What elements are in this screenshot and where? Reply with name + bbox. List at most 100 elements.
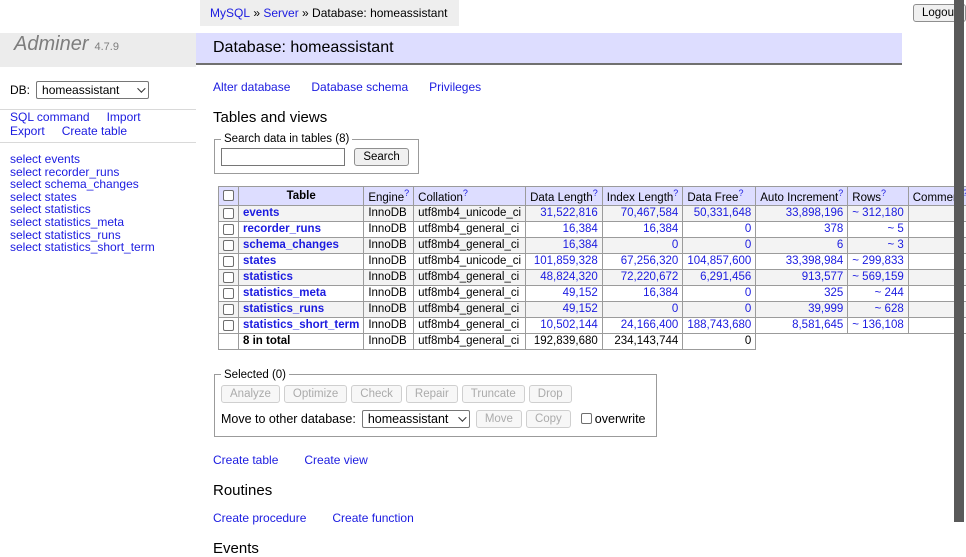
index-length-link[interactable]: 70,467,584 bbox=[621, 207, 679, 219]
link-create-table[interactable]: Create table bbox=[213, 453, 278, 467]
table-link-events[interactable]: events bbox=[243, 207, 279, 219]
optimize-button[interactable]: Optimize bbox=[284, 385, 347, 403]
sidebar-action-import[interactable]: Import bbox=[107, 111, 141, 125]
row-checkbox[interactable] bbox=[223, 272, 234, 283]
copy-button[interactable]: Copy bbox=[526, 410, 571, 428]
data-free-link[interactable]: 6,291,456 bbox=[700, 271, 751, 283]
check-button[interactable]: Check bbox=[351, 385, 402, 403]
search-button[interactable]: Search bbox=[354, 148, 408, 166]
rows-link[interactable]: ~ 299,833 bbox=[852, 255, 903, 267]
table-name-cell: events bbox=[239, 205, 364, 221]
link-create-view[interactable]: Create view bbox=[304, 453, 367, 467]
index-length-link[interactable]: 72,220,672 bbox=[621, 271, 679, 283]
table-link-recorder-runs[interactable]: recorder_runs bbox=[243, 223, 321, 235]
rows-link[interactable]: ~ 136,108 bbox=[852, 319, 903, 331]
row-checkbox[interactable] bbox=[223, 240, 234, 251]
rows-link[interactable]: ~ 5 bbox=[887, 223, 903, 235]
row-checkbox[interactable] bbox=[223, 288, 234, 299]
data-length-link[interactable]: 10,502,144 bbox=[540, 319, 598, 331]
rows-link[interactable]: ~ 569,159 bbox=[852, 271, 903, 283]
sidebar-select-statistics-short-term[interactable]: select statistics_short_term bbox=[10, 241, 155, 254]
index-length-link[interactable]: 24,166,400 bbox=[621, 319, 679, 331]
index-length-link[interactable]: 16,384 bbox=[643, 223, 678, 235]
table-link-statistics-meta[interactable]: statistics_meta bbox=[243, 287, 326, 299]
data-free-link[interactable]: 0 bbox=[745, 303, 751, 315]
sidebar-select-schema-changes[interactable]: select schema_changes bbox=[10, 178, 155, 191]
rows-link[interactable]: ~ 244 bbox=[875, 287, 904, 299]
sidebar-action-create-table[interactable]: Create table bbox=[62, 125, 127, 139]
table-link-statistics-runs[interactable]: statistics_runs bbox=[243, 303, 324, 315]
index-length-link[interactable]: 67,256,320 bbox=[621, 255, 679, 267]
auto-increment-link[interactable]: 913,577 bbox=[802, 271, 844, 283]
col-header-table: Table bbox=[239, 187, 364, 206]
help-link[interactable]: ? bbox=[404, 188, 409, 198]
data-free-link[interactable]: 104,857,600 bbox=[687, 255, 751, 267]
select-all-checkbox[interactable] bbox=[223, 190, 234, 201]
row-checkbox[interactable] bbox=[223, 208, 234, 219]
auto-increment-link[interactable]: 39,999 bbox=[808, 303, 843, 315]
sidebar-select-events[interactable]: select events bbox=[10, 153, 155, 166]
sidebar-action-sql-command[interactable]: SQL command bbox=[10, 111, 90, 125]
help-link[interactable]: ? bbox=[738, 188, 743, 198]
row-checkbox[interactable] bbox=[223, 224, 234, 235]
analyze-button[interactable]: Analyze bbox=[221, 385, 280, 403]
collation-cell: utf8mb4_general_ci bbox=[414, 237, 526, 253]
move-button[interactable]: Move bbox=[476, 410, 522, 428]
rows-link[interactable]: ~ 628 bbox=[875, 303, 904, 315]
data-free-link[interactable]: 0 bbox=[745, 287, 751, 299]
move-db-select[interactable]: homeassistant bbox=[362, 410, 470, 428]
table-link-states[interactable]: states bbox=[243, 255, 276, 267]
auto-increment-link[interactable]: 325 bbox=[824, 287, 843, 299]
help-link[interactable]: ? bbox=[593, 188, 598, 198]
data-length-link[interactable]: 49,152 bbox=[563, 287, 598, 299]
table-link-statistics[interactable]: statistics bbox=[243, 271, 293, 283]
rows-link[interactable]: ~ 312,180 bbox=[852, 207, 903, 219]
db-link-alter-database[interactable]: Alter database bbox=[213, 80, 290, 94]
help-link[interactable]: ? bbox=[463, 188, 468, 198]
data-free-link[interactable]: 188,743,680 bbox=[687, 319, 751, 331]
rows-link[interactable]: ~ 3 bbox=[887, 239, 903, 251]
db-select[interactable]: homeassistant bbox=[36, 81, 149, 99]
engine-cell: InnoDB bbox=[364, 269, 414, 285]
auto-increment-link[interactable]: 378 bbox=[824, 223, 843, 235]
row-checkbox[interactable] bbox=[223, 320, 234, 331]
data-free-link[interactable]: 50,331,648 bbox=[694, 207, 752, 219]
help-link[interactable]: ? bbox=[881, 188, 886, 198]
footer-index-length: 234,143,744 bbox=[602, 333, 683, 349]
row-checkbox[interactable] bbox=[223, 304, 234, 315]
row-checkbox[interactable] bbox=[223, 256, 234, 267]
link-create-function[interactable]: Create function bbox=[332, 511, 413, 525]
index-length-link[interactable]: 0 bbox=[672, 239, 678, 251]
repair-button[interactable]: Repair bbox=[406, 385, 458, 403]
auto-increment-link[interactable]: 8,581,645 bbox=[792, 319, 843, 331]
index-length-link[interactable]: 0 bbox=[672, 303, 678, 315]
auto-increment-link[interactable]: 33,398,984 bbox=[786, 255, 844, 267]
db-link-database-schema[interactable]: Database schema bbox=[311, 80, 408, 94]
app-version[interactable]: 4.7.9 bbox=[94, 41, 118, 53]
data-length-link[interactable]: 48,824,320 bbox=[540, 271, 598, 283]
data-length-link[interactable]: 49,152 bbox=[563, 303, 598, 315]
help-link[interactable]: ? bbox=[838, 188, 843, 198]
index-length-link[interactable]: 16,384 bbox=[643, 287, 678, 299]
db-link-privileges[interactable]: Privileges bbox=[429, 80, 481, 94]
data-length-link[interactable]: 31,522,816 bbox=[540, 207, 598, 219]
overwrite-checkbox[interactable] bbox=[581, 413, 592, 424]
table-link-schema-changes[interactable]: schema_changes bbox=[243, 239, 339, 251]
data-free-link[interactable]: 0 bbox=[745, 239, 751, 251]
truncate-button[interactable]: Truncate bbox=[462, 385, 525, 403]
auto-increment-link[interactable]: 33,898,196 bbox=[786, 207, 844, 219]
data-length-link[interactable]: 16,384 bbox=[563, 223, 598, 235]
data-length-link[interactable]: 101,859,328 bbox=[534, 255, 598, 267]
data-free-link[interactable]: 0 bbox=[745, 223, 751, 235]
vertical-scrollbar[interactable] bbox=[954, 0, 964, 522]
auto-increment-link[interactable]: 6 bbox=[837, 239, 843, 251]
sidebar-action-export[interactable]: Export bbox=[10, 125, 45, 139]
drop-button[interactable]: Drop bbox=[529, 385, 572, 403]
sidebar-select-statistics-meta[interactable]: select statistics_meta bbox=[10, 216, 155, 229]
table-link-statistics-short-term[interactable]: statistics_short_term bbox=[243, 319, 359, 331]
help-link[interactable]: ? bbox=[673, 188, 678, 198]
selected-buttons: AnalyzeOptimizeCheckRepairTruncateDrop bbox=[221, 385, 646, 403]
link-create-procedure[interactable]: Create procedure bbox=[213, 511, 306, 525]
search-input[interactable] bbox=[221, 148, 345, 166]
data-length-link[interactable]: 16,384 bbox=[563, 239, 598, 251]
